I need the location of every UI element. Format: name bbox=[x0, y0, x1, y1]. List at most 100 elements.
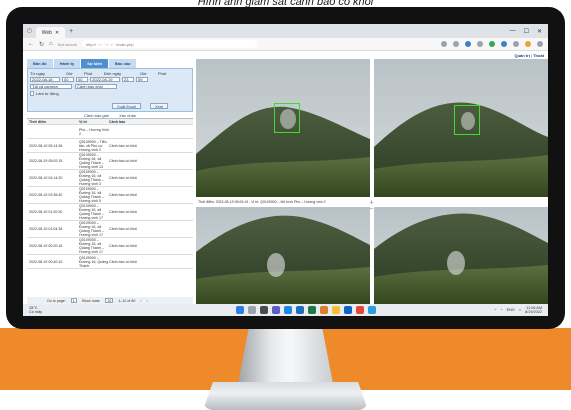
extension-icon[interactable] bbox=[453, 41, 459, 47]
column-header-warning[interactable]: Cảnh báo bbox=[109, 120, 149, 124]
warning-type-select[interactable]: Cảnh báo khói bbox=[75, 84, 117, 89]
rows-select[interactable]: 10 bbox=[105, 298, 114, 303]
extension-icon[interactable] bbox=[489, 41, 495, 47]
tab-map[interactable]: Bản đồ bbox=[27, 59, 53, 68]
from-minute-select[interactable]: 00 bbox=[76, 77, 88, 82]
word-icon[interactable] bbox=[296, 306, 304, 314]
profile-icon[interactable] bbox=[525, 41, 531, 47]
to-date-input[interactable]: 2022-08-19 bbox=[90, 77, 120, 82]
store-icon[interactable] bbox=[344, 306, 352, 314]
powerpoint-icon[interactable] bbox=[320, 306, 328, 314]
edge-icon[interactable] bbox=[284, 306, 292, 314]
browser-menu-icon[interactable]: ▢ bbox=[27, 28, 32, 34]
from-date-input[interactable]: 2022-08-18 bbox=[30, 77, 60, 82]
table-cell-warning: Cảnh báo có khói bbox=[109, 244, 137, 248]
smoke-detection-box bbox=[454, 105, 480, 135]
table-cell-location: Phú – Hương Vinh 2 bbox=[79, 127, 109, 136]
snapshot-caption: Thời điểm: 2022-08-19 05:05:19 ; Vị trí:… bbox=[198, 200, 326, 204]
table-cell-location: Q0109000 – Tiểu tân, xã Phú cư Hương vin… bbox=[79, 139, 107, 152]
minimize-icon[interactable]: — bbox=[510, 28, 516, 35]
download-icon[interactable] bbox=[477, 41, 483, 47]
tab-schedule[interactable]: Hành ty bbox=[53, 59, 81, 68]
table-row[interactable]: 2022-08-19 00:40:10 Q0109000 – Đường 16, … bbox=[27, 255, 193, 269]
taskbar: 28°C Có mây ^ ◔ ENG ◖ 11:06 AM 8/19/2022 bbox=[23, 304, 548, 316]
network-icon[interactable]: ◔ bbox=[500, 308, 502, 312]
table-row[interactable]: 2022-08-19 00:20:16 Q0109000 – Đường 16, … bbox=[27, 238, 193, 255]
camera-feed-1[interactable] bbox=[196, 59, 370, 197]
app: Quản trị | Thoát Bản đồ Hành ty Sự kiện … bbox=[23, 51, 548, 304]
tab-reports[interactable]: Báo cáo bbox=[108, 59, 137, 68]
tab-events[interactable]: Sự kiện bbox=[81, 59, 108, 68]
from-hour-select[interactable]: 00 bbox=[62, 77, 74, 82]
back-icon[interactable]: ← bbox=[28, 41, 34, 47]
search-icon[interactable] bbox=[248, 306, 256, 314]
extension-icon[interactable] bbox=[465, 41, 471, 47]
nav-tabs: Bản đồ Hành ty Sự kiện Báo cáo bbox=[27, 59, 193, 68]
new-tab-button[interactable]: + bbox=[69, 28, 73, 35]
logout-link[interactable]: Thoát bbox=[533, 53, 544, 58]
weather-widget[interactable]: 28°C Có mây bbox=[23, 306, 42, 314]
to-hour-label: Giờ bbox=[140, 71, 147, 76]
zoom-out-icon[interactable]: － bbox=[369, 205, 374, 212]
browser-tab[interactable]: Web ✕ bbox=[35, 27, 66, 38]
excel-icon[interactable] bbox=[308, 306, 316, 314]
event-panel: Bản đồ Hành ty Sự kiện Báo cáo Từ ngày G… bbox=[27, 59, 193, 304]
maximize-icon[interactable]: ☐ bbox=[524, 28, 529, 35]
folder-icon[interactable] bbox=[332, 306, 340, 314]
table-cell-time: 2022-08-19 00:40:10 bbox=[29, 259, 63, 264]
column-header-time[interactable]: Thời điểm bbox=[27, 120, 79, 124]
home-icon[interactable]: ⌂ bbox=[49, 41, 53, 47]
table-row[interactable]: 2022-08-19 04:14:20 Q0109000 – Đường 16, … bbox=[27, 170, 193, 187]
settings-icon[interactable] bbox=[537, 41, 543, 47]
auto-refresh-checkbox[interactable] bbox=[30, 91, 34, 96]
table-cell-time: 2022-08-19 03:36:40 bbox=[29, 193, 63, 197]
table-cell-time: 2022-08-19 01:20:30 bbox=[29, 210, 63, 214]
clock[interactable]: 11:06 AM 8/19/2022 bbox=[525, 306, 542, 314]
to-hour-select[interactable]: 23 bbox=[122, 77, 134, 82]
event-table: Thời điểm Vị trí Cảnh báo Phú – Hương Vi… bbox=[27, 118, 193, 269]
prev-page-icon[interactable]: ‹ bbox=[140, 299, 141, 303]
camera-select[interactable]: Tất cả camera bbox=[30, 84, 72, 89]
from-hour-label: Giờ bbox=[66, 71, 73, 76]
table-row[interactable]: 2022-08-19 03:36:40 Q0109000 – Đường 16, … bbox=[27, 187, 193, 204]
close-window-icon[interactable]: ✕ bbox=[537, 28, 542, 35]
close-icon[interactable]: ✕ bbox=[55, 30, 59, 36]
task-view-icon[interactable] bbox=[260, 306, 268, 314]
extension-icon[interactable] bbox=[441, 41, 447, 47]
from-date-label: Từ ngày bbox=[30, 71, 45, 76]
acknowledge-link[interactable]: Xác nhận bbox=[119, 113, 136, 118]
recent-warning-link[interactable]: Cảnh báo gần bbox=[84, 113, 109, 118]
language-indicator[interactable]: ENG bbox=[507, 308, 515, 312]
column-header-location[interactable]: Vị trí bbox=[79, 120, 109, 124]
start-icon[interactable] bbox=[236, 306, 244, 314]
chevron-up-icon[interactable]: ^ bbox=[494, 308, 496, 312]
table-row[interactable]: 2022-08-19 05:02:15 Q0109000 – Đường 16, … bbox=[27, 153, 193, 170]
table-cell-location: Q0109000 – Đường 16, xã Quảng Thành – Hư… bbox=[79, 204, 104, 220]
to-minute-select[interactable]: 59 bbox=[136, 77, 148, 82]
user-name[interactable]: Quản trị bbox=[514, 53, 529, 58]
refresh-icon[interactable]: ↻ bbox=[39, 41, 44, 48]
page-input[interactable]: 1 bbox=[70, 298, 77, 303]
table-row[interactable]: 2022-08-19 05:14:36 Q0109000 – Tiểu tân, … bbox=[27, 139, 193, 153]
url-field[interactable]: http:// · / · · / · / · /main.php bbox=[82, 40, 257, 48]
camera-feed-3[interactable] bbox=[196, 207, 370, 304]
view-button[interactable]: Xem bbox=[150, 103, 169, 109]
next-page-icon[interactable]: › bbox=[147, 299, 148, 303]
export-excel-button[interactable]: Xuất Excel bbox=[112, 103, 142, 109]
app-icon[interactable] bbox=[356, 306, 364, 314]
table-cell-warning: Cảnh báo có khói bbox=[109, 159, 137, 163]
table-row[interactable]: 2022-08-19 01:04:38 Q0109000 – Đường 16, … bbox=[27, 221, 193, 238]
table-row[interactable]: Phú – Hương Vinh 2 bbox=[27, 125, 193, 139]
volume-icon[interactable]: ◖ bbox=[519, 308, 521, 312]
camera-feed-2[interactable] bbox=[374, 59, 548, 197]
camera-grid: Thời điểm: 2022-08-19 05:05:19 ; Vị trí:… bbox=[196, 59, 548, 304]
teams-icon[interactable] bbox=[272, 306, 280, 314]
table-cell-location: Q0109000 – Đường 16, Quảng Thành bbox=[79, 255, 109, 268]
table-cell-location: Q0109000 – Đường 16, xã Quảng Thành – Hư… bbox=[79, 153, 104, 169]
rows-label: Show rows: bbox=[81, 298, 101, 303]
favorites-icon[interactable] bbox=[513, 41, 519, 47]
app-icon[interactable] bbox=[368, 306, 376, 314]
camera-feed-4[interactable] bbox=[374, 207, 548, 304]
extension-icon[interactable] bbox=[501, 41, 507, 47]
table-row[interactable]: 2022-08-19 01:20:30 Q0109000 – Đường 16, … bbox=[27, 204, 193, 221]
